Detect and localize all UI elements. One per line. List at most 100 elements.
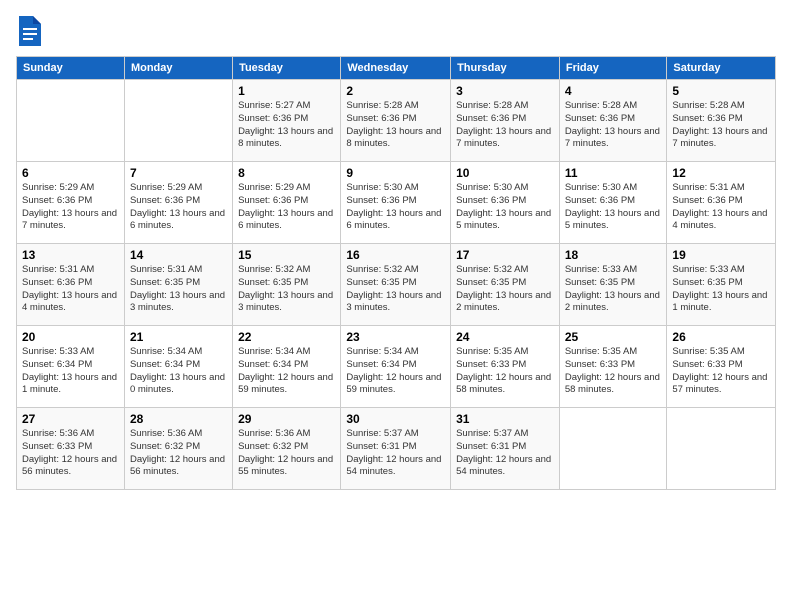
day-info: Sunrise: 5:34 AM Sunset: 6:34 PM Dayligh… bbox=[346, 346, 445, 397]
day-number: 17 bbox=[456, 248, 554, 262]
calendar-cell: 11Sunrise: 5:30 AM Sunset: 6:36 PM Dayli… bbox=[559, 162, 667, 244]
day-number: 15 bbox=[238, 248, 335, 262]
calendar-cell: 27 Sunrise: 5:36 AM Sunset: 6:33 PM Dayli… bbox=[17, 408, 125, 490]
calendar-cell: 26 Sunrise: 5:35 AM Sunset: 6:33 PM Dayli… bbox=[667, 326, 776, 408]
day-number: 31 bbox=[456, 412, 554, 426]
calendar-cell: 23 Sunrise: 5:34 AM Sunset: 6:34 PM Dayli… bbox=[341, 326, 451, 408]
calendar-cell: 22 Sunrise: 5:34 AM Sunset: 6:34 PM Dayli… bbox=[233, 326, 341, 408]
day-info: Sunrise: 5:36 AM Sunset: 6:33 PM Dayligh… bbox=[22, 428, 119, 479]
calendar-week: 13 Sunrise: 5:31 AM Sunset: 6:36 PM Dayli… bbox=[17, 244, 776, 326]
calendar-cell: 13 Sunrise: 5:31 AM Sunset: 6:36 PM Dayli… bbox=[17, 244, 125, 326]
day-info: Sunrise: 5:30 AM Sunset: 6:36 PM Dayligh… bbox=[346, 182, 445, 233]
header-row: SundayMondayTuesdayWednesdayThursdayFrid… bbox=[17, 57, 776, 80]
calendar-week: 6 Sunrise: 5:29 AM Sunset: 6:36 PM Daylig… bbox=[17, 162, 776, 244]
calendar-cell: 8 Sunrise: 5:29 AM Sunset: 6:36 PM Daylig… bbox=[233, 162, 341, 244]
day-number: 12 bbox=[672, 166, 770, 180]
page-header bbox=[16, 16, 776, 46]
day-number: 10 bbox=[456, 166, 554, 180]
calendar-cell: 1 Sunrise: 5:27 AM Sunset: 6:36 PM Daylig… bbox=[233, 80, 341, 162]
calendar-cell: 19Sunrise: 5:33 AM Sunset: 6:35 PM Dayli… bbox=[667, 244, 776, 326]
calendar-cell: 3 Sunrise: 5:28 AM Sunset: 6:36 PM Daylig… bbox=[451, 80, 560, 162]
calendar-cell: 30Sunrise: 5:37 AM Sunset: 6:31 PM Dayli… bbox=[341, 408, 451, 490]
header-day: Wednesday bbox=[341, 57, 451, 80]
day-info: Sunrise: 5:35 AM Sunset: 6:33 PM Dayligh… bbox=[672, 346, 770, 397]
day-info: Sunrise: 5:34 AM Sunset: 6:34 PM Dayligh… bbox=[238, 346, 335, 397]
calendar-cell bbox=[559, 408, 667, 490]
calendar-week: 1 Sunrise: 5:27 AM Sunset: 6:36 PM Daylig… bbox=[17, 80, 776, 162]
calendar-cell: 14Sunrise: 5:31 AM Sunset: 6:35 PM Dayli… bbox=[124, 244, 232, 326]
day-info: Sunrise: 5:34 AM Sunset: 6:34 PM Dayligh… bbox=[130, 346, 227, 397]
day-number: 5 bbox=[672, 84, 770, 98]
calendar-header: SundayMondayTuesdayWednesdayThursdayFrid… bbox=[17, 57, 776, 80]
day-info: Sunrise: 5:27 AM Sunset: 6:36 PM Dayligh… bbox=[238, 100, 335, 151]
day-info: Sunrise: 5:32 AM Sunset: 6:35 PM Dayligh… bbox=[456, 264, 554, 315]
calendar-cell: 7Sunrise: 5:29 AM Sunset: 6:36 PM Daylig… bbox=[124, 162, 232, 244]
day-number: 19 bbox=[672, 248, 770, 262]
calendar-cell: 24 Sunrise: 5:35 AM Sunset: 6:33 PM Dayli… bbox=[451, 326, 560, 408]
header-day: Friday bbox=[559, 57, 667, 80]
day-number: 21 bbox=[130, 330, 227, 344]
day-info: Sunrise: 5:30 AM Sunset: 6:36 PM Dayligh… bbox=[565, 182, 662, 233]
day-info: Sunrise: 5:29 AM Sunset: 6:36 PM Dayligh… bbox=[130, 182, 227, 233]
logo-icon bbox=[19, 16, 41, 46]
day-info: Sunrise: 5:32 AM Sunset: 6:35 PM Dayligh… bbox=[346, 264, 445, 315]
day-number: 3 bbox=[456, 84, 554, 98]
header-day: Saturday bbox=[667, 57, 776, 80]
calendar-cell: 5 Sunrise: 5:28 AM Sunset: 6:36 PM Daylig… bbox=[667, 80, 776, 162]
day-number: 18 bbox=[565, 248, 662, 262]
day-info: Sunrise: 5:31 AM Sunset: 6:36 PM Dayligh… bbox=[22, 264, 119, 315]
logo bbox=[16, 16, 41, 46]
calendar-cell: 10 Sunrise: 5:30 AM Sunset: 6:36 PM Dayli… bbox=[451, 162, 560, 244]
day-number: 6 bbox=[22, 166, 119, 180]
calendar-cell: 16 Sunrise: 5:32 AM Sunset: 6:35 PM Dayli… bbox=[341, 244, 451, 326]
day-number: 26 bbox=[672, 330, 770, 344]
calendar-body: 1 Sunrise: 5:27 AM Sunset: 6:36 PM Daylig… bbox=[17, 80, 776, 490]
day-info: Sunrise: 5:36 AM Sunset: 6:32 PM Dayligh… bbox=[130, 428, 227, 479]
day-number: 13 bbox=[22, 248, 119, 262]
day-number: 23 bbox=[346, 330, 445, 344]
day-info: Sunrise: 5:29 AM Sunset: 6:36 PM Dayligh… bbox=[22, 182, 119, 233]
day-info: Sunrise: 5:36 AM Sunset: 6:32 PM Dayligh… bbox=[238, 428, 335, 479]
calendar-week: 27 Sunrise: 5:36 AM Sunset: 6:33 PM Dayli… bbox=[17, 408, 776, 490]
day-number: 22 bbox=[238, 330, 335, 344]
day-info: Sunrise: 5:32 AM Sunset: 6:35 PM Dayligh… bbox=[238, 264, 335, 315]
day-number: 28 bbox=[130, 412, 227, 426]
day-number: 24 bbox=[456, 330, 554, 344]
calendar-cell: 15 Sunrise: 5:32 AM Sunset: 6:35 PM Dayli… bbox=[233, 244, 341, 326]
calendar-cell: 18Sunrise: 5:33 AM Sunset: 6:35 PM Dayli… bbox=[559, 244, 667, 326]
day-number: 27 bbox=[22, 412, 119, 426]
day-info: Sunrise: 5:28 AM Sunset: 6:36 PM Dayligh… bbox=[456, 100, 554, 151]
day-info: Sunrise: 5:37 AM Sunset: 6:31 PM Dayligh… bbox=[456, 428, 554, 479]
day-number: 4 bbox=[565, 84, 662, 98]
day-number: 2 bbox=[346, 84, 445, 98]
calendar-cell: 2 Sunrise: 5:28 AM Sunset: 6:36 PM Daylig… bbox=[341, 80, 451, 162]
day-info: Sunrise: 5:28 AM Sunset: 6:36 PM Dayligh… bbox=[346, 100, 445, 151]
calendar-cell: 12Sunrise: 5:31 AM Sunset: 6:36 PM Dayli… bbox=[667, 162, 776, 244]
calendar-cell: 29 Sunrise: 5:36 AM Sunset: 6:32 PM Dayli… bbox=[233, 408, 341, 490]
calendar-cell bbox=[124, 80, 232, 162]
day-number: 1 bbox=[238, 84, 335, 98]
day-number: 14 bbox=[130, 248, 227, 262]
header-day: Monday bbox=[124, 57, 232, 80]
day-number: 29 bbox=[238, 412, 335, 426]
day-info: Sunrise: 5:33 AM Sunset: 6:34 PM Dayligh… bbox=[22, 346, 119, 397]
calendar-week: 20 Sunrise: 5:33 AM Sunset: 6:34 PM Dayli… bbox=[17, 326, 776, 408]
day-info: Sunrise: 5:29 AM Sunset: 6:36 PM Dayligh… bbox=[238, 182, 335, 233]
calendar-cell: 31 Sunrise: 5:37 AM Sunset: 6:31 PM Dayli… bbox=[451, 408, 560, 490]
day-info: Sunrise: 5:30 AM Sunset: 6:36 PM Dayligh… bbox=[456, 182, 554, 233]
day-info: Sunrise: 5:35 AM Sunset: 6:33 PM Dayligh… bbox=[565, 346, 662, 397]
calendar-cell: 25Sunrise: 5:35 AM Sunset: 6:33 PM Dayli… bbox=[559, 326, 667, 408]
day-info: Sunrise: 5:35 AM Sunset: 6:33 PM Dayligh… bbox=[456, 346, 554, 397]
calendar-cell: 21 Sunrise: 5:34 AM Sunset: 6:34 PM Dayli… bbox=[124, 326, 232, 408]
header-day: Tuesday bbox=[233, 57, 341, 80]
day-number: 30 bbox=[346, 412, 445, 426]
calendar-cell: 6 Sunrise: 5:29 AM Sunset: 6:36 PM Daylig… bbox=[17, 162, 125, 244]
day-info: Sunrise: 5:28 AM Sunset: 6:36 PM Dayligh… bbox=[672, 100, 770, 151]
day-number: 16 bbox=[346, 248, 445, 262]
calendar-cell: 4Sunrise: 5:28 AM Sunset: 6:36 PM Daylig… bbox=[559, 80, 667, 162]
day-number: 9 bbox=[346, 166, 445, 180]
calendar-cell: 9 Sunrise: 5:30 AM Sunset: 6:36 PM Daylig… bbox=[341, 162, 451, 244]
day-number: 8 bbox=[238, 166, 335, 180]
day-number: 20 bbox=[22, 330, 119, 344]
calendar-cell bbox=[17, 80, 125, 162]
